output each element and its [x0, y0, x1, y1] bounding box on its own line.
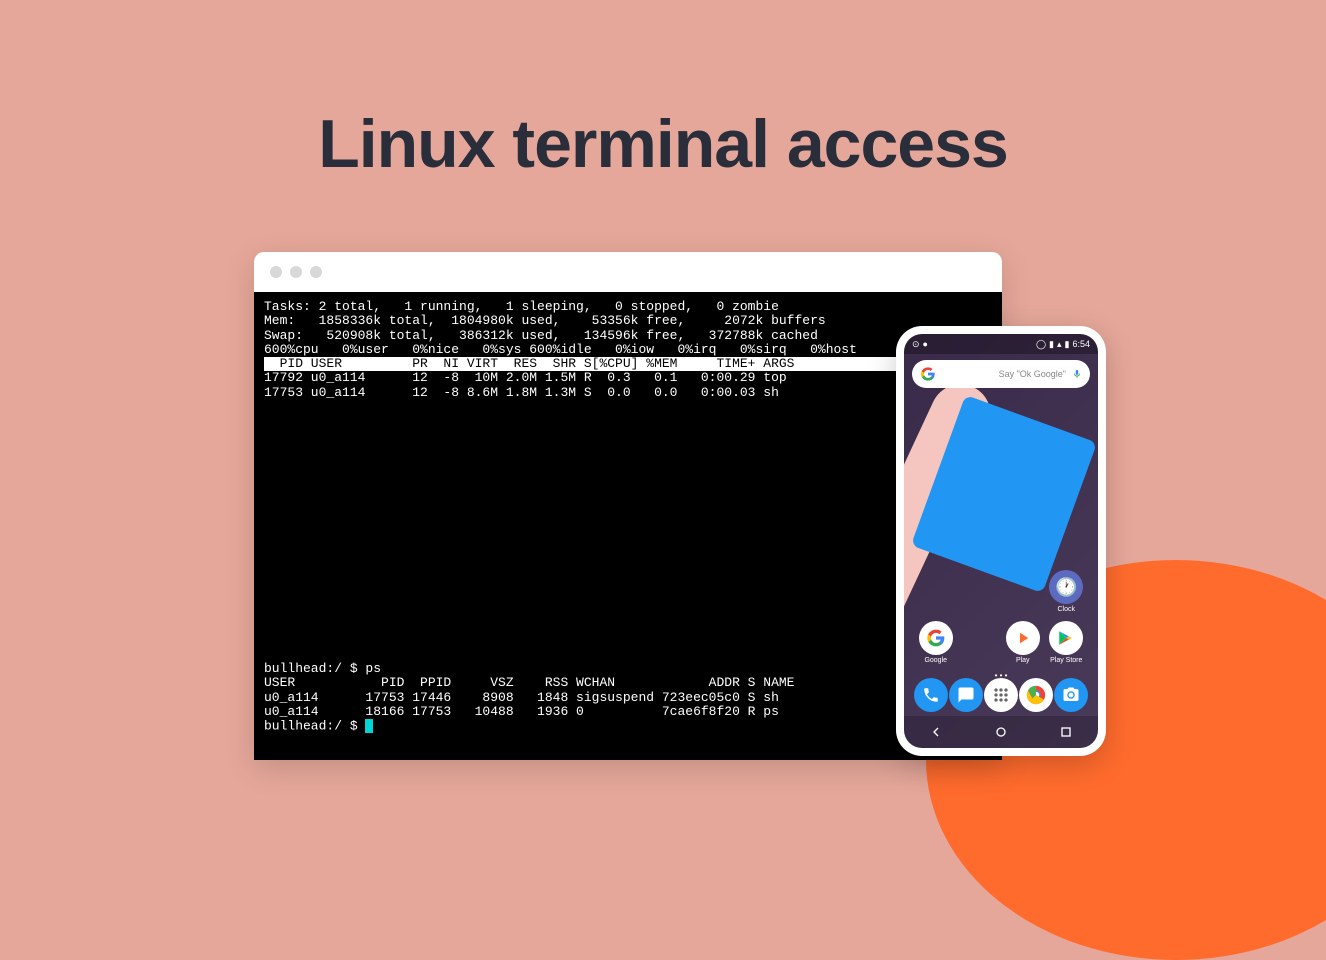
terminal-line: Mem: 1858336k total, 1804980k used, 5335…: [264, 313, 826, 328]
status-bar: ⊙ ● ◯ ▮ ▴ ▮ 6:54: [904, 334, 1098, 354]
recents-button[interactable]: [1056, 722, 1076, 742]
app-drawer-icon[interactable]: [984, 678, 1018, 712]
terminal-prompt: bullhead:/ $ ps: [264, 661, 381, 676]
playstore-icon: [1049, 621, 1083, 655]
terminal-ps-row: u0_a114 17753 17446 8908 1848 sigsuspend…: [264, 690, 779, 705]
app-play[interactable]: Play: [1003, 621, 1043, 664]
google-search-bar[interactable]: Say "Ok Google": [912, 360, 1090, 388]
terminal-cursor: [365, 719, 373, 733]
messages-app-icon[interactable]: [949, 678, 983, 712]
window-maximize-dot[interactable]: [310, 266, 322, 278]
signal-icon: ▴: [1057, 339, 1062, 350]
app-label: Clock: [1057, 606, 1075, 613]
wifi-icon: ◯: [1036, 339, 1046, 350]
terminal-line: 600%cpu 0%user 0%nice 0%sys 600%idle 0%i…: [264, 342, 857, 357]
terminal-line: Tasks: 2 total, 1 running, 1 sleeping, 0…: [264, 299, 779, 314]
terminal-line: Swap: 520908k total, 386312k used, 13459…: [264, 328, 818, 343]
app-label: Google: [924, 657, 947, 664]
terminal-window: Tasks: 2 total, 1 running, 1 sleeping, 0…: [254, 252, 1002, 760]
signal-icon: ▮: [1049, 339, 1054, 350]
notification-icon: ●: [923, 339, 928, 350]
notification-icon: ⊙: [912, 339, 920, 350]
phone-device: ⊙ ● ◯ ▮ ▴ ▮ 6:54 Say "Ok Google": [896, 326, 1106, 756]
google-logo-icon: [920, 366, 936, 382]
app-google[interactable]: Google: [916, 621, 956, 664]
app-grid: 🕐 Clock Google Play: [904, 570, 1098, 672]
terminal-prompt: bullhead:/ $: [264, 719, 365, 734]
google-icon: [919, 621, 953, 655]
play-icon: [1006, 621, 1040, 655]
battery-icon: ▮: [1065, 339, 1070, 350]
phone-dock: [904, 678, 1098, 712]
microphone-icon[interactable]: [1072, 367, 1082, 381]
camera-app-icon[interactable]: [1054, 678, 1088, 712]
terminal-column-header: PID USER PR NI VIRT RES SHR S[%CPU] %MEM…: [264, 357, 992, 371]
app-label: Play Store: [1050, 657, 1082, 664]
back-button[interactable]: [926, 722, 946, 742]
app-playstore[interactable]: Play Store: [1046, 621, 1086, 664]
phone-screen[interactable]: ⊙ ● ◯ ▮ ▴ ▮ 6:54 Say "Ok Google": [904, 334, 1098, 748]
terminal-process-row: 17792 u0_a114 12 -8 10M 2.0M 1.5M R 0.3 …: [264, 370, 787, 385]
terminal-process-row: 17753 u0_a114 12 -8 8.6M 1.8M 1.3M S 0.0…: [264, 385, 779, 400]
window-minimize-dot[interactable]: [290, 266, 302, 278]
clock-icon: 🕐: [1049, 570, 1083, 604]
status-time: 6:54: [1072, 339, 1090, 349]
phone-app-icon[interactable]: [914, 678, 948, 712]
app-label: Play: [1016, 657, 1030, 664]
terminal-output[interactable]: Tasks: 2 total, 1 running, 1 sleeping, 0…: [254, 292, 1002, 760]
terminal-ps-header: USER PID PPID VSZ RSS WCHAN ADDR S NAME: [264, 675, 795, 690]
terminal-ps-row: u0_a114 18166 17753 10488 1936 0 7cae6f8…: [264, 704, 779, 719]
search-placeholder: Say "Ok Google": [942, 369, 1066, 379]
app-clock[interactable]: 🕐 Clock: [1046, 570, 1086, 613]
window-titlebar: [254, 252, 1002, 292]
home-button[interactable]: [991, 722, 1011, 742]
window-close-dot[interactable]: [270, 266, 282, 278]
android-nav-bar: [904, 716, 1098, 748]
page-title: Linux terminal access: [0, 0, 1326, 183]
chrome-app-icon[interactable]: [1019, 678, 1053, 712]
